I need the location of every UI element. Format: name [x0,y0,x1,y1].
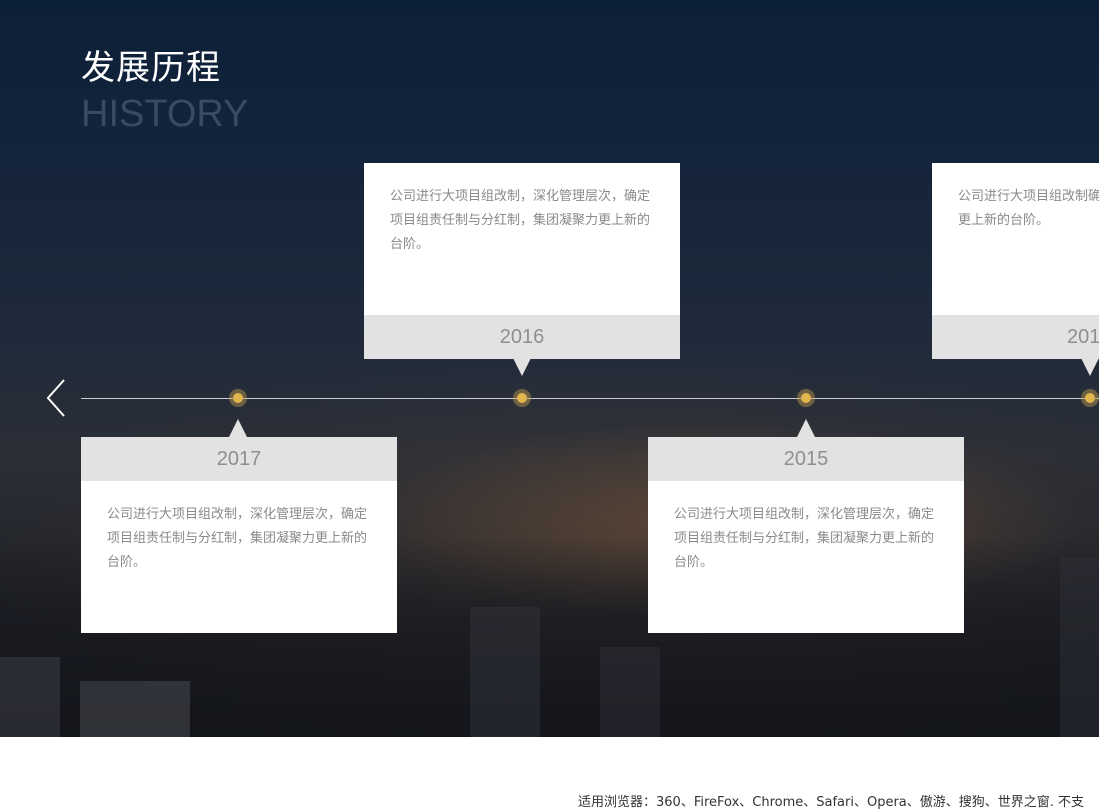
timeline-dot[interactable] [1081,389,1099,407]
building-shape [0,657,60,737]
footer: 适用浏览器：360、FireFox、Chrome、Safari、Opera、傲游… [0,737,1099,811]
history-hero: 发展历程 HISTORY 2017 公司进行大项目组改制，深化管理层次，确定项目… [0,0,1099,737]
building-shape [600,647,660,737]
timeline-card-partial: 公司进行大项目组改制确定项目组责任制与分更上新的台阶。 201 [932,163,1099,359]
section-subtitle: HISTORY [81,93,249,135]
chevron-left-icon[interactable] [42,378,70,418]
timeline-year: 201 [932,315,1099,359]
timeline-card-2015: 2015 公司进行大项目组改制，深化管理层次，确定项目组责任制与分红制，集团凝聚… [648,437,964,633]
browser-support-text: 适用浏览器：360、FireFox、Chrome、Safari、Opera、傲游… [578,795,1085,810]
timeline-dot[interactable] [229,389,247,407]
timeline-year: 2017 [81,437,397,481]
timeline-text: 公司进行大项目组改制，深化管理层次，确定项目组责任制与分红制，集团凝聚力更上新的… [107,507,368,570]
card-pointer [797,419,815,437]
timeline-year: 2016 [364,315,680,359]
timeline-dot[interactable] [797,389,815,407]
card-pointer [513,358,531,376]
timeline-year: 2015 [648,437,964,481]
card-pointer [229,419,247,437]
building-shape [1060,557,1099,737]
timeline-text: 公司进行大项目组改制确定项目组责任制与分更上新的台阶。 [958,189,1099,228]
timeline-card-2017: 2017 公司进行大项目组改制，深化管理层次，确定项目组责任制与分红制，集团凝聚… [81,437,397,633]
timeline-text: 公司进行大项目组改制，深化管理层次，确定项目组责任制与分红制，集团凝聚力更上新的… [674,507,935,570]
card-pointer [1081,358,1099,376]
timeline-text: 公司进行大项目组改制，深化管理层次，确定项目组责任制与分红制，集团凝聚力更上新的… [390,189,651,252]
timeline-dot[interactable] [513,389,531,407]
building-shape [80,681,190,737]
section-title: 发展历程 [81,48,221,88]
building-shape [470,607,540,737]
timeline-card-2016: 公司进行大项目组改制，深化管理层次，确定项目组责任制与分红制，集团凝聚力更上新的… [364,163,680,359]
